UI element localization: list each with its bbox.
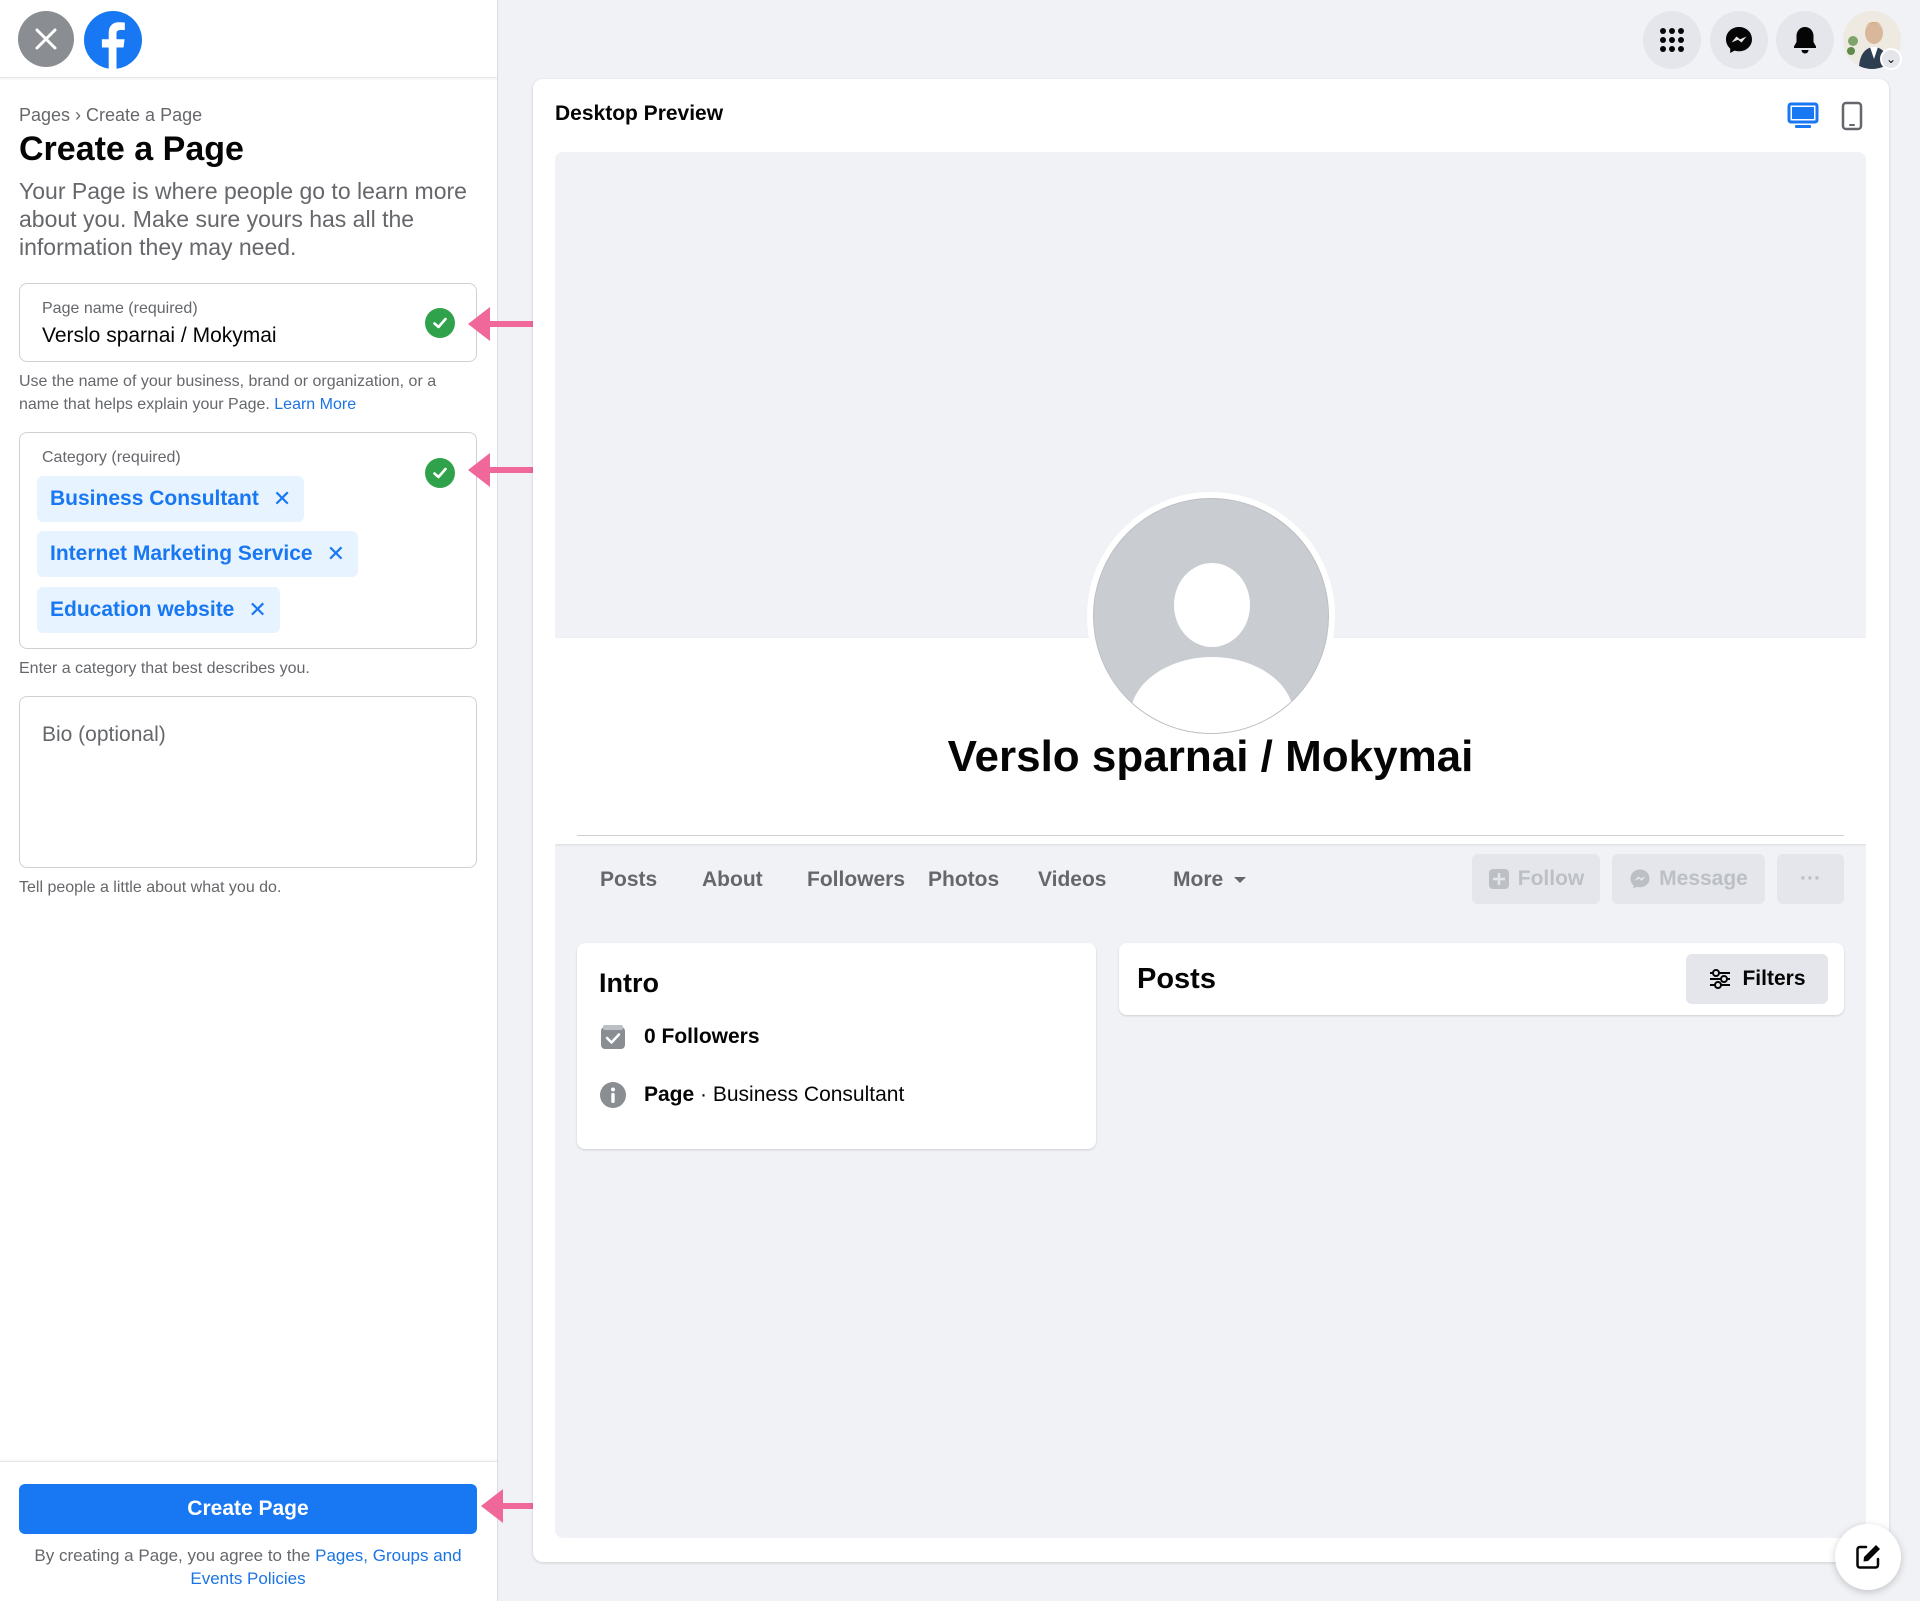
bio-help: Tell people a little about what you do.	[19, 879, 282, 896]
preview-page-name: Verslo sparnai / Mokymai	[947, 732, 1474, 781]
valid-check-icon	[425, 458, 455, 488]
posts-title: Posts	[1137, 963, 1216, 995]
follow-icon	[1488, 869, 1509, 889]
page-category-text: · Business Consultant	[694, 1083, 905, 1106]
create-page-button[interactable]: Create Page	[19, 1484, 477, 1534]
page-title: Create a Page	[19, 130, 244, 168]
page-name-help-text: Use the name of your business, brand or …	[19, 373, 437, 413]
follow-button[interactable]: Follow	[1472, 854, 1600, 904]
tab-photos[interactable]: Photos	[928, 868, 999, 892]
desktop-preview-panel: Desktop Preview Verslo sparnai / Mokymai…	[533, 79, 1889, 1562]
close-button[interactable]	[18, 11, 74, 67]
category-chip-label: Business Consultant	[50, 487, 259, 510]
terms-prefix: By creating a Page, you agree to the	[34, 1546, 311, 1565]
desktop-view-toggle[interactable]	[1785, 99, 1821, 133]
new-message-button[interactable]	[1835, 1524, 1901, 1590]
filters-icon	[1710, 969, 1731, 989]
notifications-button[interactable]	[1776, 11, 1834, 69]
filters-label: Filters	[1742, 967, 1806, 990]
followers-icon	[599, 1023, 627, 1051]
category-chip-label: Internet Marketing Service	[50, 542, 313, 565]
desktop-icon	[1787, 102, 1819, 128]
followers-count: 0 Followers	[644, 1025, 760, 1048]
page-description: Your Page is where people go to learn mo…	[19, 178, 467, 260]
profile-picture	[1087, 492, 1335, 740]
tab-more[interactable]: More	[1173, 868, 1247, 892]
bell-icon	[1794, 27, 1816, 54]
tab-followers[interactable]: Followers	[807, 868, 905, 892]
message-label: Message	[1659, 867, 1748, 890]
category-chip[interactable]: Education website ✕	[37, 587, 280, 633]
remove-chip-icon[interactable]: ✕	[327, 541, 345, 567]
info-icon	[599, 1081, 627, 1109]
page-type-label: Page	[644, 1083, 695, 1106]
messenger-button[interactable]	[1710, 11, 1768, 69]
posts-card: Posts Filters	[1119, 943, 1844, 1015]
page-name-value[interactable]: Verslo sparnai / Mokymai	[42, 324, 277, 348]
breadcrumb[interactable]: Pages › Create a Page	[19, 105, 202, 126]
learn-more-link[interactable]: Learn More	[274, 396, 356, 413]
page-name-label: Page name (required)	[42, 300, 198, 317]
remove-chip-icon[interactable]: ✕	[248, 597, 266, 623]
page-preview: Verslo sparnai / Mokymai Posts About Fol…	[555, 152, 1866, 1538]
page-name-help: Use the name of your business, brand or …	[19, 370, 479, 416]
category-field[interactable]: Category (required) Business Consultant …	[19, 432, 477, 649]
category-chip-label: Education website	[50, 598, 235, 621]
remove-chip-icon[interactable]: ✕	[273, 486, 291, 512]
menu-button[interactable]	[1643, 11, 1701, 69]
valid-check-icon	[425, 308, 455, 338]
sidebar-header	[0, 0, 498, 78]
close-icon	[35, 28, 57, 50]
category-chip[interactable]: Internet Marketing Service ✕	[37, 531, 359, 577]
message-button[interactable]: Message	[1612, 854, 1765, 904]
filters-button[interactable]: Filters	[1686, 954, 1828, 1004]
tab-videos[interactable]: Videos	[1038, 868, 1106, 892]
messenger-icon	[1726, 27, 1752, 53]
category-label: Category (required)	[42, 449, 181, 466]
tab-more-label: More	[1173, 868, 1224, 891]
page-name-field[interactable]: Page name (required) Verslo sparnai / Mo…	[19, 283, 477, 362]
category-help: Enter a category that best describes you…	[19, 660, 310, 677]
create-page-sidebar: Pages › Create a Page Create a Page Your…	[0, 0, 498, 1601]
profile-divider	[577, 835, 1844, 836]
tab-posts[interactable]: Posts	[600, 868, 657, 892]
preview-title: Desktop Preview	[555, 102, 724, 125]
bio-field[interactable]: Bio (optional)	[19, 696, 477, 868]
sidebar-footer: Create Page By creating a Page, you agre…	[0, 1461, 498, 1601]
mobile-icon	[1841, 101, 1863, 131]
facebook-logo-icon[interactable]	[84, 11, 142, 69]
followers-row: 0 Followers	[599, 1023, 760, 1051]
compose-icon	[1856, 1545, 1880, 1569]
account-dropdown-icon[interactable]: ⌄	[1880, 48, 1902, 70]
page-type-row: Page · Business Consultant	[599, 1081, 904, 1109]
more-options-button[interactable]: ···	[1777, 854, 1844, 904]
bio-placeholder[interactable]: Bio (optional)	[42, 723, 166, 747]
terms-text: By creating a Page, you agree to the Pag…	[19, 1544, 477, 1590]
follow-label: Follow	[1517, 867, 1585, 890]
tab-about[interactable]: About	[702, 868, 763, 892]
category-chip[interactable]: Business Consultant ✕	[37, 476, 305, 522]
intro-title: Intro	[599, 968, 659, 998]
apps-grid-icon	[1660, 28, 1684, 52]
intro-card: Intro 0 Followers Page · Business Consul…	[577, 943, 1096, 1149]
messenger-icon	[1630, 869, 1650, 889]
caret-down-icon	[1234, 877, 1247, 883]
mobile-view-toggle[interactable]	[1834, 99, 1870, 133]
default-avatar-icon	[1093, 498, 1329, 734]
